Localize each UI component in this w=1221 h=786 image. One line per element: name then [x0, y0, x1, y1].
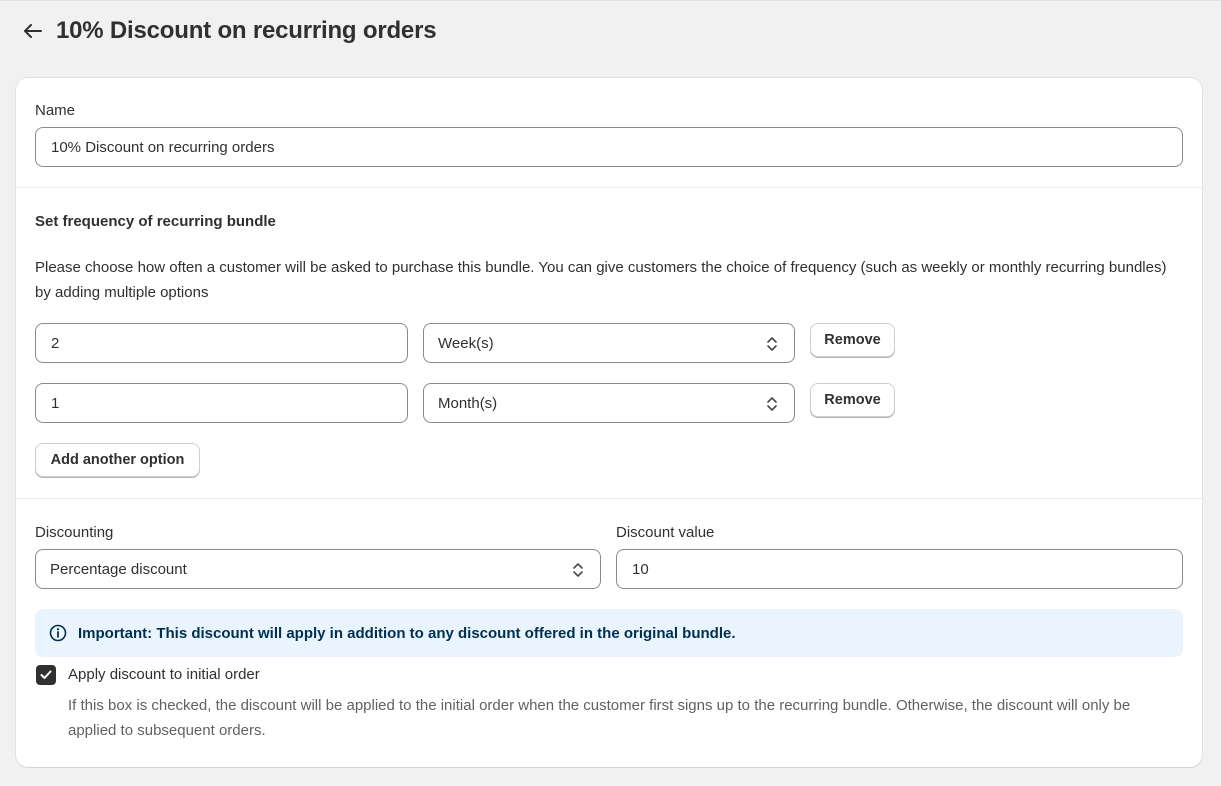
apply-initial-help: If this box is checked, the discount wil… [68, 697, 1131, 739]
info-icon [49, 624, 67, 642]
section-divider [16, 498, 1202, 499]
frequency-interval-value: 1 [51, 394, 60, 412]
info-banner-text: Important: This discount will apply in a… [78, 624, 736, 642]
apply-initial-label[interactable]: Apply discount to initial order [68, 666, 260, 683]
chevron-up-down-icon [767, 397, 777, 411]
name-input[interactable]: 10% Discount on recurring orders [35, 127, 1183, 167]
frequency-interval-input[interactable]: 2 [35, 323, 408, 363]
arrow-left-icon [24, 24, 42, 38]
frequency-unit-value: Week(s) [438, 334, 494, 352]
section-divider [16, 187, 1202, 188]
frequency-unit-select[interactable]: Week(s) [423, 323, 795, 363]
name-input-value: 10% Discount on recurring orders [51, 138, 275, 156]
frequency-unit-value: Month(s) [438, 394, 498, 412]
frequency-interval-value: 2 [51, 334, 60, 352]
page-header: 10% Discount on recurring orders [22, 15, 437, 47]
frequency-unit-select[interactable]: Month(s) [423, 383, 795, 423]
chevron-up-down-icon [573, 563, 583, 577]
name-label: Name [35, 102, 76, 119]
back-button[interactable] [22, 20, 44, 42]
discount-form-card: Name 10% Discount on recurring orders Se… [16, 78, 1202, 767]
frequency-interval-input[interactable]: 1 [35, 383, 408, 423]
frequency-description: Please choose how often a customer will … [35, 259, 1167, 301]
remove-option-button[interactable]: Remove [810, 323, 895, 357]
discount-value-input[interactable]: 10 [616, 549, 1183, 589]
checkmark-icon [40, 670, 52, 679]
frequency-heading: Set frequency of recurring bundle [35, 213, 276, 230]
discount-value-label: Discount value [616, 524, 715, 541]
remove-option-button[interactable]: Remove [810, 383, 895, 417]
chevron-up-down-icon [767, 337, 777, 351]
discounting-select[interactable]: Percentage discount [35, 549, 601, 589]
info-banner: Important: This discount will apply in a… [35, 609, 1183, 657]
page-title: 10% Discount on recurring orders [56, 17, 437, 44]
apply-initial-checkbox[interactable] [36, 665, 56, 685]
discounting-label: Discounting [35, 524, 114, 541]
add-option-button[interactable]: Add another option [35, 443, 200, 477]
discount-value-text: 10 [632, 560, 649, 578]
discounting-value: Percentage discount [50, 560, 187, 578]
